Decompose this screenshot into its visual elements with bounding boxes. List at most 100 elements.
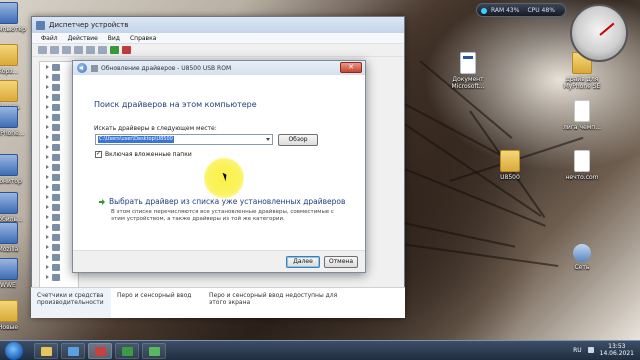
desktop-icon-left[interactable]: Новые	[0, 300, 34, 331]
media-player-icon	[68, 347, 79, 356]
expand-arrow-icon[interactable]	[46, 235, 50, 239]
device-category-icon	[52, 163, 60, 171]
expand-arrow-icon[interactable]	[46, 125, 50, 129]
desktop-icon-left[interactable]: Мобиль...	[0, 192, 34, 223]
expand-arrow-icon[interactable]	[46, 115, 50, 119]
ram-readout: RAM 43%	[491, 6, 520, 14]
taskbar: RU 13:53 14.06.2021	[0, 340, 640, 360]
cpanel-pen-touch[interactable]: Перо и сенсорный ввод	[111, 288, 203, 318]
gauge-gadget[interactable]	[570, 4, 628, 62]
menu-action[interactable]: Действие	[68, 35, 98, 42]
desktop-icon-left[interactable]: Компьютер	[0, 2, 34, 33]
path-combobox[interactable]: C:\Users\user\Desktop\U8500	[95, 134, 273, 145]
application-icon	[0, 106, 18, 128]
tray-time: 13:53	[608, 343, 626, 350]
desktop-icon-right[interactable]: лига чемп...	[556, 100, 608, 131]
desktop-icon-left[interactable]: Mozilla	[0, 222, 34, 253]
scan-hardware-icon[interactable]	[98, 46, 107, 54]
desktop-icon-left[interactable]: MyPhone...	[0, 106, 34, 137]
taskbar-camtasia-button[interactable]	[115, 343, 139, 359]
pick-from-list-title[interactable]: Выбрать драйвер из списка уже установлен…	[109, 197, 345, 206]
expand-arrow-icon[interactable]	[46, 265, 50, 269]
path-value[interactable]: C:\Users\user\Desktop\U8500	[98, 136, 174, 143]
taskbar-explorer-button[interactable]	[34, 343, 58, 359]
menu-file[interactable]: Файл	[41, 35, 58, 42]
expand-arrow-icon[interactable]	[46, 255, 50, 259]
close-button[interactable]: ✕	[340, 62, 362, 73]
expand-arrow-icon[interactable]	[46, 95, 50, 99]
expand-arrow-icon[interactable]	[46, 225, 50, 229]
expand-arrow-icon[interactable]	[46, 145, 50, 149]
pick-from-list-link[interactable]: Выбрать драйвер из списка уже установлен…	[99, 197, 345, 206]
include-subfolders-checkbox[interactable]: Включая вложенные папки	[95, 150, 192, 158]
language-indicator[interactable]: RU	[573, 347, 582, 354]
meter-icon	[481, 8, 487, 14]
device-manager-task-icon	[95, 347, 106, 356]
expand-arrow-icon[interactable]	[46, 245, 50, 249]
desktop-icon-left[interactable]: WWE	[0, 258, 34, 289]
cpanel-performance-tools[interactable]: Счетчики и средства производительности	[31, 288, 111, 318]
desktop-icon-label: Компьютер	[0, 26, 26, 33]
desktop-icon-right[interactable]: нечто.com	[556, 150, 608, 181]
expand-arrow-icon[interactable]	[46, 195, 50, 199]
menu-help[interactable]: Справка	[130, 35, 156, 42]
start-button[interactable]	[5, 342, 23, 360]
browse-button[interactable]: Обзор	[278, 134, 318, 146]
expand-arrow-icon[interactable]	[46, 185, 50, 189]
application-icon	[0, 222, 18, 244]
expand-arrow-icon[interactable]	[46, 275, 50, 279]
cpu-ram-meter-gadget[interactable]: RAM 43% CPU 48%	[476, 3, 566, 17]
chevron-down-icon[interactable]	[266, 138, 270, 141]
application-icon	[0, 258, 18, 280]
application-icon	[0, 2, 18, 24]
update-driver-icon[interactable]	[110, 46, 119, 54]
checkbox-checked-icon[interactable]	[95, 150, 102, 158]
desktop-icon-left[interactable]: Монитор	[0, 154, 34, 185]
back-icon[interactable]	[38, 46, 47, 54]
dialog-titlebar[interactable]: Обновление драйверов - U8500 USB ROM ✕	[73, 61, 365, 75]
device-category-icon	[52, 253, 60, 261]
taskbar-media-button[interactable]	[61, 343, 85, 359]
taskbar-device-manager-button[interactable]	[88, 343, 112, 359]
document-icon	[460, 52, 476, 74]
tray-clock[interactable]: 13:53 14.06.2021	[600, 343, 634, 357]
desktop-icon-label: Корз...	[0, 68, 19, 75]
folder-icon	[0, 80, 18, 102]
desktop-icon-label: нечто.com	[565, 174, 599, 181]
cancel-button[interactable]: Отмена	[324, 256, 358, 268]
hardware-icon	[91, 64, 98, 72]
tree-view-icon[interactable]	[62, 46, 71, 54]
help-icon[interactable]	[86, 46, 95, 54]
desktop-icon-label: Mozilla	[0, 246, 19, 253]
device-category-icon	[52, 113, 60, 121]
desktop-icon-label: Сеть	[574, 264, 590, 271]
device-category-icon	[52, 263, 60, 271]
expand-arrow-icon[interactable]	[46, 205, 50, 209]
next-button[interactable]: Далее	[286, 256, 320, 268]
desktop-icon-left[interactable]: Корз...	[0, 44, 34, 75]
volume-icon[interactable]	[587, 347, 594, 353]
taskbar-camtasia-recorder-button[interactable]	[142, 343, 166, 359]
desktop-icon-right[interactable]: Документ Microsoft...	[442, 52, 494, 90]
device-category-icon	[52, 103, 60, 111]
properties-icon[interactable]	[74, 46, 83, 54]
menu-view[interactable]: Вид	[108, 35, 120, 42]
cpanel-pen-touch-status: Перо и сенсорный ввод недоступны для это…	[209, 292, 338, 306]
expand-arrow-icon[interactable]	[46, 85, 50, 89]
forward-icon[interactable]	[50, 46, 59, 54]
expand-arrow-icon[interactable]	[46, 135, 50, 139]
uninstall-icon[interactable]	[122, 46, 131, 54]
back-arrow-icon[interactable]	[77, 63, 87, 73]
expand-arrow-icon[interactable]	[46, 75, 50, 79]
expand-arrow-icon[interactable]	[46, 155, 50, 159]
expand-arrow-icon[interactable]	[46, 175, 50, 179]
expand-arrow-icon[interactable]	[46, 165, 50, 169]
device-tree-node[interactable]	[40, 272, 78, 282]
expand-arrow-icon[interactable]	[46, 105, 50, 109]
device-manager-titlebar[interactable]: Диспетчер устройств	[32, 17, 404, 33]
desktop-icon-right[interactable]: Сеть	[556, 244, 608, 271]
desktop-icon-right[interactable]: U8500	[484, 150, 536, 181]
expand-arrow-icon[interactable]	[46, 215, 50, 219]
expand-arrow-icon[interactable]	[46, 65, 50, 69]
device-category-icon	[52, 273, 60, 281]
